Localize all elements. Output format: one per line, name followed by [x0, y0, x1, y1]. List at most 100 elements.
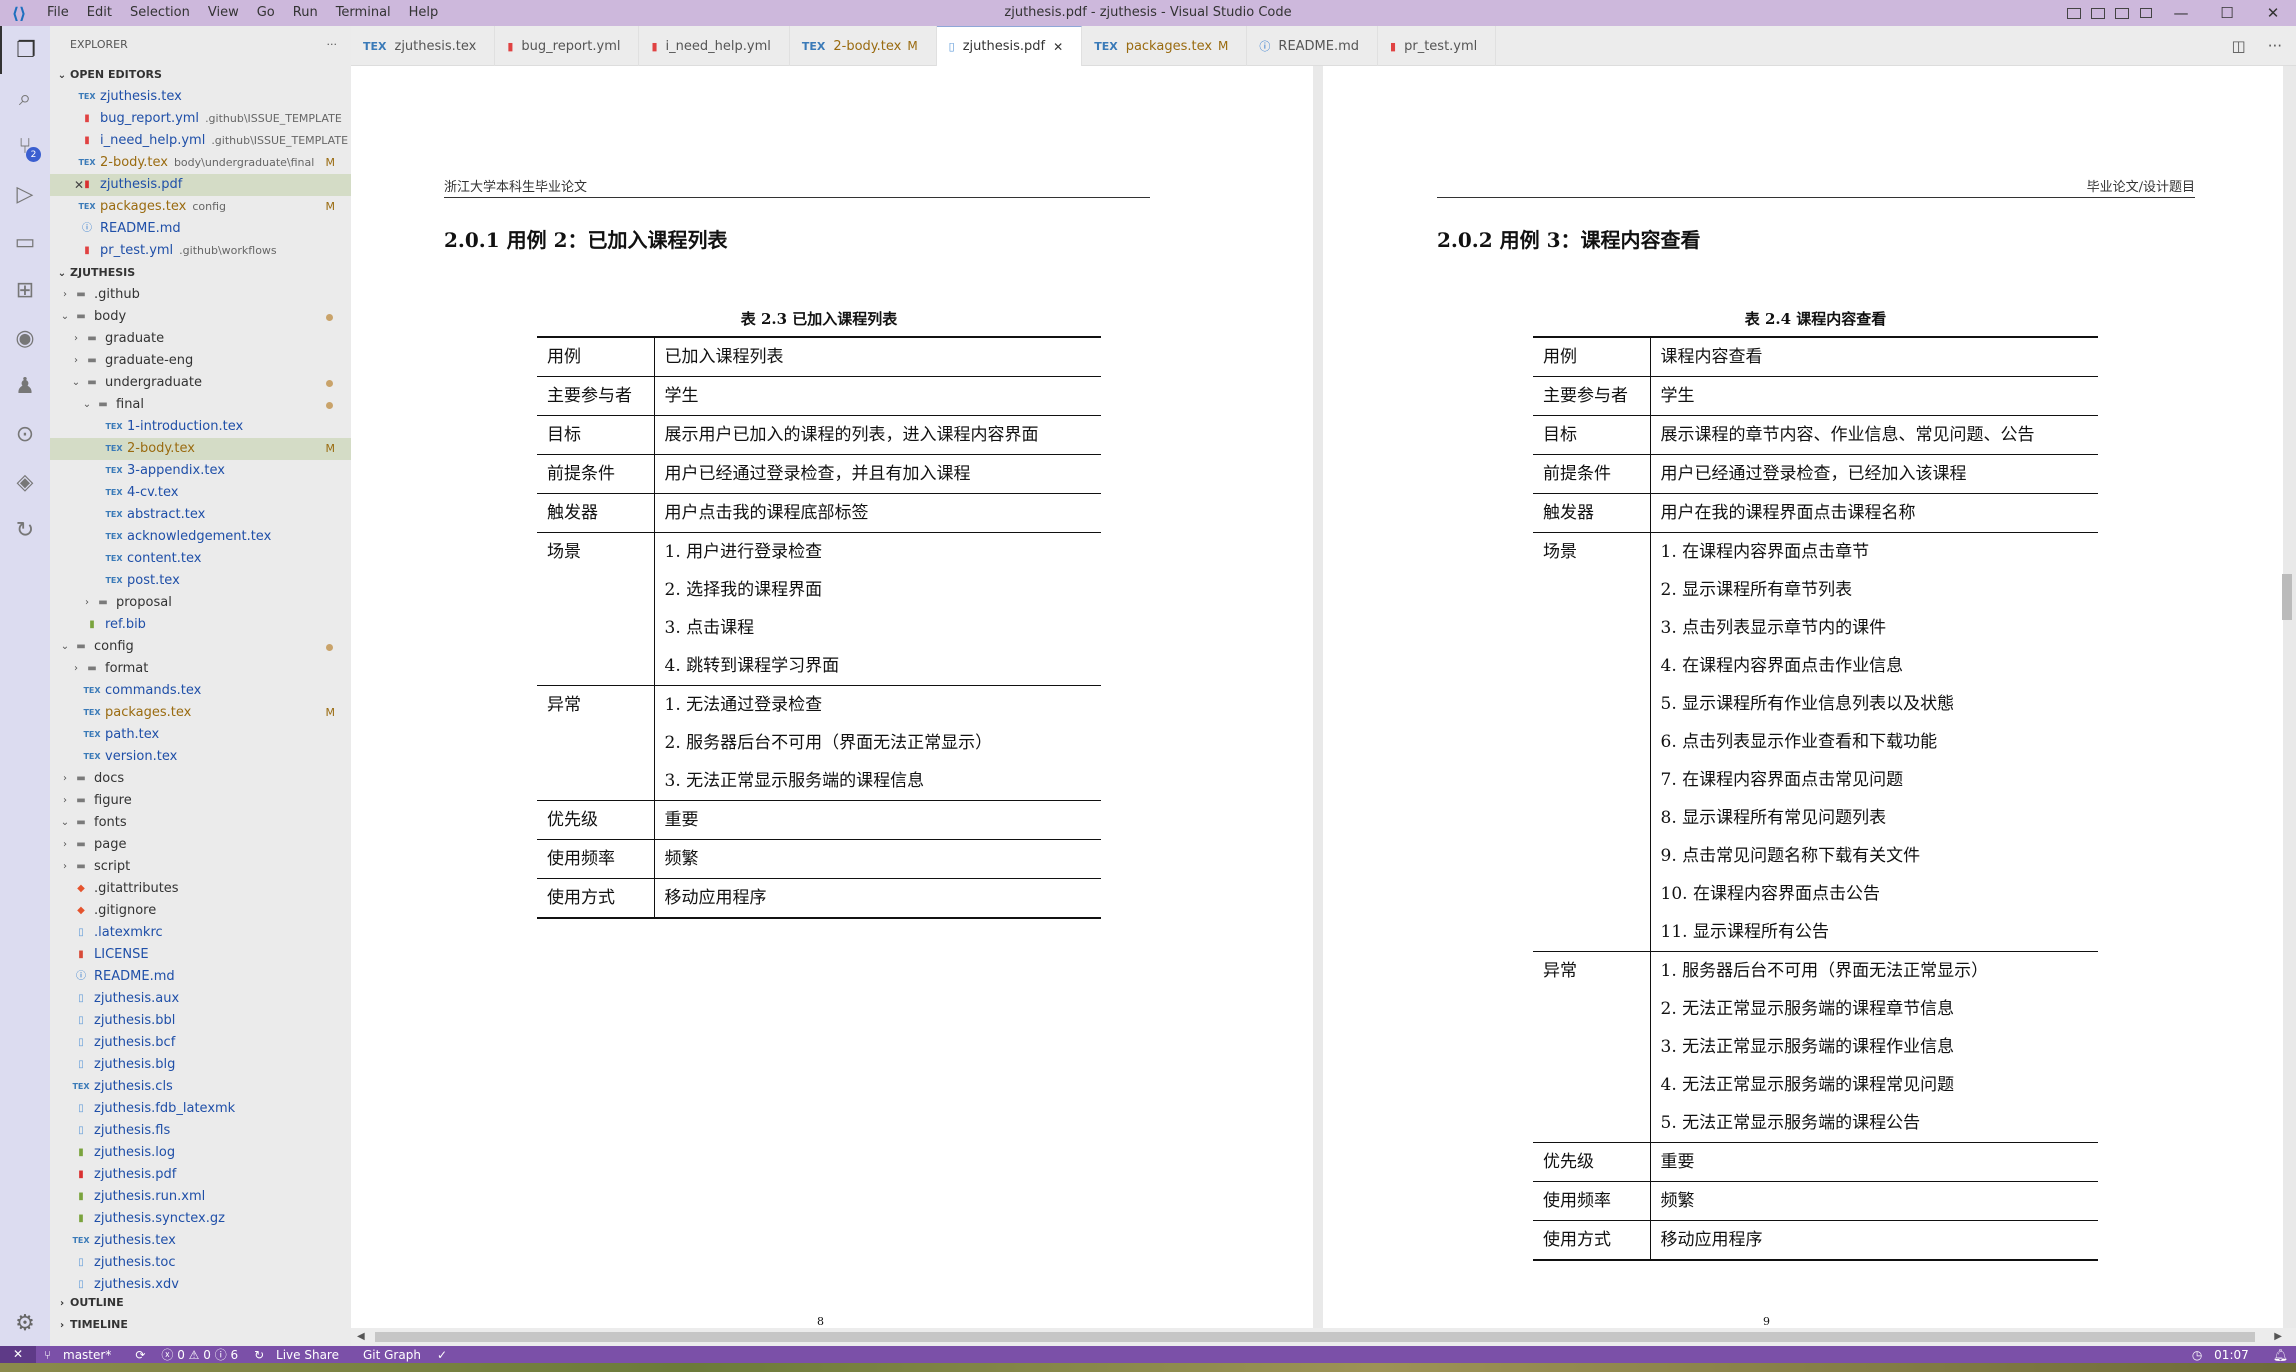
- tree-folder[interactable]: › ▬ graduate: [50, 328, 351, 350]
- tree-file[interactable]: ▮ zjuthesis.pdf: [50, 1164, 351, 1186]
- tree-file[interactable]: TEX content.tex: [50, 548, 351, 570]
- tree-file[interactable]: TEX commands.tex: [50, 680, 351, 702]
- tree-folder[interactable]: › ▬ page: [50, 834, 351, 856]
- tree-file[interactable]: TEX version.tex: [50, 746, 351, 768]
- maximize-icon[interactable]: ☐: [2204, 0, 2250, 26]
- toggle-primary-sidebar-icon[interactable]: [2062, 0, 2086, 26]
- open-editor-item[interactable]: TEX packages.tex config M: [50, 196, 351, 218]
- run-debug-icon[interactable]: ▷: [0, 170, 50, 218]
- close-window-icon[interactable]: ✕: [2250, 0, 2296, 26]
- tab-readme-md[interactable]: ⓘ README.md: [1247, 26, 1379, 66]
- tree-file[interactable]: ▮ zjuthesis.synctex.gz: [50, 1208, 351, 1230]
- open-editor-item[interactable]: TEX 2-body.tex body\undergraduate\final M: [50, 152, 351, 174]
- git-graph-icon[interactable]: ⊙: [0, 410, 50, 458]
- time-indicator[interactable]: ◷ 01:07: [2184, 1348, 2265, 1362]
- tree-file[interactable]: TEX zjuthesis.tex: [50, 1230, 351, 1252]
- github-icon[interactable]: ◉: [0, 314, 50, 362]
- tree-folder[interactable]: ⌄ ▬ undergraduate: [50, 372, 351, 394]
- tree-folder[interactable]: › ▬ docs: [50, 768, 351, 790]
- tab-packages-tex[interactable]: TEX packages.tex M: [1082, 26, 1248, 66]
- tree-file[interactable]: ▯ zjuthesis.bbl: [50, 1010, 351, 1032]
- tree-file[interactable]: TEX zjuthesis.cls: [50, 1076, 351, 1098]
- tree-file[interactable]: TEX packages.tex M: [50, 702, 351, 724]
- open-editors-header[interactable]: ⌄ OPEN EDITORS: [50, 64, 351, 86]
- tree-file[interactable]: ◆ .gitignore: [50, 900, 351, 922]
- sync-icon[interactable]: ⟳: [127, 1348, 153, 1362]
- chevron-right-icon[interactable]: ›: [80, 592, 94, 614]
- chevron-right-icon[interactable]: ›: [58, 856, 72, 878]
- settings-gear-icon[interactable]: ⚙: [0, 1311, 50, 1336]
- chevron-down-icon[interactable]: ⌄: [58, 306, 72, 328]
- tex-icon[interactable]: ♟: [0, 362, 50, 410]
- customize-layout-icon[interactable]: [2134, 0, 2158, 26]
- menu-item-edit[interactable]: Edit: [78, 0, 121, 26]
- tab-pr-test-yml[interactable]: ▮ pr_test.yml: [1378, 26, 1497, 66]
- tree-file[interactable]: ⓘ README.md: [50, 966, 351, 988]
- open-editor-item[interactable]: TEX zjuthesis.tex: [50, 86, 351, 108]
- close-editor-icon[interactable]: ✕: [74, 174, 84, 196]
- chevron-right-icon[interactable]: ›: [58, 284, 72, 306]
- more-actions-icon[interactable]: ···: [327, 26, 338, 64]
- menu-item-file[interactable]: File: [38, 0, 78, 26]
- tree-file[interactable]: ▯ zjuthesis.blg: [50, 1054, 351, 1076]
- tree-file[interactable]: ▮ ref.bib: [50, 614, 351, 636]
- chevron-right-icon[interactable]: ›: [69, 658, 83, 680]
- open-editor-item[interactable]: ▮ i_need_help.yml .github\ISSUE_TEMPLATE: [50, 130, 351, 152]
- chevron-down-icon[interactable]: ⌄: [58, 812, 72, 834]
- search-icon[interactable]: ⌕: [0, 74, 50, 122]
- tree-file[interactable]: ▮ zjuthesis.log: [50, 1142, 351, 1164]
- notifications-icon[interactable]: 🔔︎: [2265, 1348, 2296, 1362]
- chevron-down-icon[interactable]: ⌄: [80, 394, 94, 416]
- tree-folder[interactable]: ⌄ ▬ body: [50, 306, 351, 328]
- tree-folder[interactable]: › ▬ format: [50, 658, 351, 680]
- tree-folder[interactable]: ⌄ ▬ config: [50, 636, 351, 658]
- tab-i-need-help-yml[interactable]: ▮ i_need_help.yml: [639, 26, 790, 66]
- tree-file[interactable]: TEX 3-appendix.tex: [50, 460, 351, 482]
- tree-file[interactable]: TEX 1-introduction.tex: [50, 416, 351, 438]
- tree-file[interactable]: TEX post.tex: [50, 570, 351, 592]
- project-header[interactable]: ⌄ ZJUTHESIS: [50, 262, 351, 284]
- docker-icon[interactable]: ◈: [0, 458, 50, 506]
- tree-file[interactable]: TEX 2-body.tex M: [50, 438, 351, 460]
- menu-item-terminal[interactable]: Terminal: [327, 0, 400, 26]
- tree-file[interactable]: ▯ zjuthesis.fdb_latexmk: [50, 1098, 351, 1120]
- tree-folder[interactable]: › ▬ graduate-eng: [50, 350, 351, 372]
- tree-folder[interactable]: › ▬ .github: [50, 284, 351, 306]
- git-graph-button[interactable]: Git Graph: [355, 1348, 429, 1362]
- open-editor-item[interactable]: ▮ pr_test.yml .github\workflows: [50, 240, 351, 262]
- menu-item-run[interactable]: Run: [284, 0, 327, 26]
- horizontal-scrollbar[interactable]: ◀ ▶: [351, 1328, 2296, 1346]
- menu-item-view[interactable]: View: [199, 0, 248, 26]
- problems-indicator[interactable]: ⓧ 0 ⚠ 0 ⓘ 6: [153, 1346, 246, 1363]
- close-tab-icon[interactable]: ✕: [1053, 40, 1063, 54]
- vertical-scrollbar[interactable]: [2282, 574, 2292, 620]
- open-editor-item[interactable]: ✕ ▮ zjuthesis.pdf: [50, 174, 351, 196]
- chevron-down-icon[interactable]: ⌄: [69, 372, 83, 394]
- chevron-right-icon[interactable]: ›: [58, 790, 72, 812]
- tab-zjuthesis-tex[interactable]: TEX zjuthesis.tex: [351, 26, 496, 66]
- open-editor-item[interactable]: ▮ bug_report.yml .github\ISSUE_TEMPLATE: [50, 108, 351, 130]
- open-editor-item[interactable]: ⓘ README.md: [50, 218, 351, 240]
- toggle-panel-icon[interactable]: [2086, 0, 2110, 26]
- tree-file[interactable]: TEX 4-cv.tex: [50, 482, 351, 504]
- tab-zjuthesis-pdf[interactable]: ▯ zjuthesis.pdf ✕: [936, 26, 1083, 66]
- menu-item-selection[interactable]: Selection: [121, 0, 199, 26]
- tree-file[interactable]: ◆ .gitattributes: [50, 878, 351, 900]
- tree-file[interactable]: ▯ zjuthesis.bcf: [50, 1032, 351, 1054]
- tree-folder[interactable]: ⌄ ▬ final: [50, 394, 351, 416]
- scrollbar-thumb[interactable]: [375, 1332, 2255, 1342]
- remote-indicator-icon[interactable]: ✕: [0, 1346, 36, 1363]
- tree-file[interactable]: TEX path.tex: [50, 724, 351, 746]
- toggle-secondary-sidebar-icon[interactable]: [2110, 0, 2134, 26]
- live-share-icon[interactable]: ↻: [0, 506, 50, 554]
- timeline-header[interactable]: › TIMELINE: [50, 1314, 351, 1336]
- chevron-down-icon[interactable]: ⌄: [58, 636, 72, 658]
- menu-item-help[interactable]: Help: [400, 0, 448, 26]
- live-share-button[interactable]: ↻ Live Share: [246, 1348, 355, 1362]
- extensions-icon[interactable]: ⊞: [0, 266, 50, 314]
- minimize-icon[interactable]: —: [2158, 0, 2204, 26]
- tree-file[interactable]: ▮ LICENSE: [50, 944, 351, 966]
- tree-file[interactable]: TEX acknowledgement.tex: [50, 526, 351, 548]
- tree-folder[interactable]: › ▬ proposal: [50, 592, 351, 614]
- tree-file[interactable]: ▯ zjuthesis.fls: [50, 1120, 351, 1142]
